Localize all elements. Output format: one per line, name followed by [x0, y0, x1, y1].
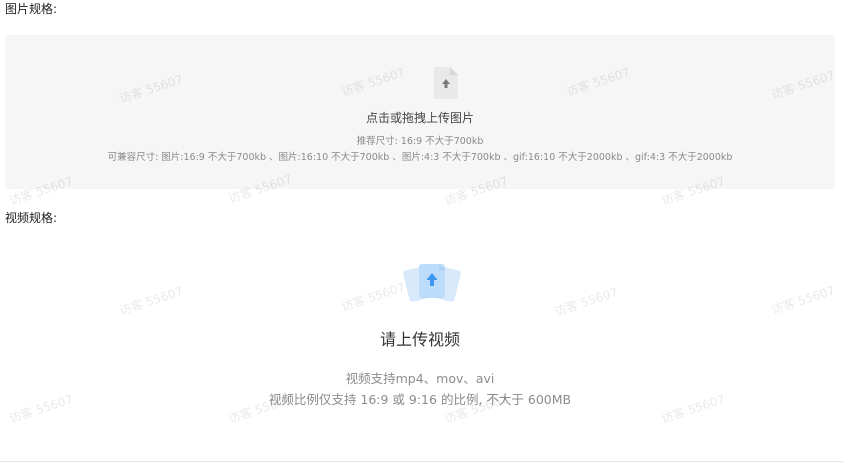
video-ratio-limit: 视频比例仅支持 16:9 或 9:16 的比例, 不大于 600MB: [268, 392, 572, 407]
image-upload-dropzone[interactable]: 点击或拖拽上传图片 推荐尺寸: 16:9 不大于700kb 可兼容尺寸: 图片:…: [5, 35, 835, 189]
image-recommend-size: 推荐尺寸: 16:9 不大于700kb: [356, 136, 484, 147]
video-upload-title: 请上传视频: [379, 330, 460, 349]
video-supported-formats: 视频支持mp4、mov、avi: [345, 371, 495, 386]
image-upload-title: 点击或拖拽上传图片: [365, 111, 474, 125]
upload-file-icon: [434, 67, 458, 99]
image-spec-label: 图片规格:: [5, 2, 58, 16]
video-upload-dropzone[interactable]: 请上传视频 视频支持mp4、mov、avi 视频比例仅支持 16:9 或 9:1…: [5, 228, 835, 460]
video-spec-label: 视频规格:: [5, 211, 58, 225]
upload-video-icon: [400, 260, 464, 306]
image-compat-sizes: 可兼容尺寸: 图片:16:9 不大于700kb 、图片:16:10 不大于700…: [107, 152, 733, 163]
bottom-divider: [0, 461, 843, 462]
